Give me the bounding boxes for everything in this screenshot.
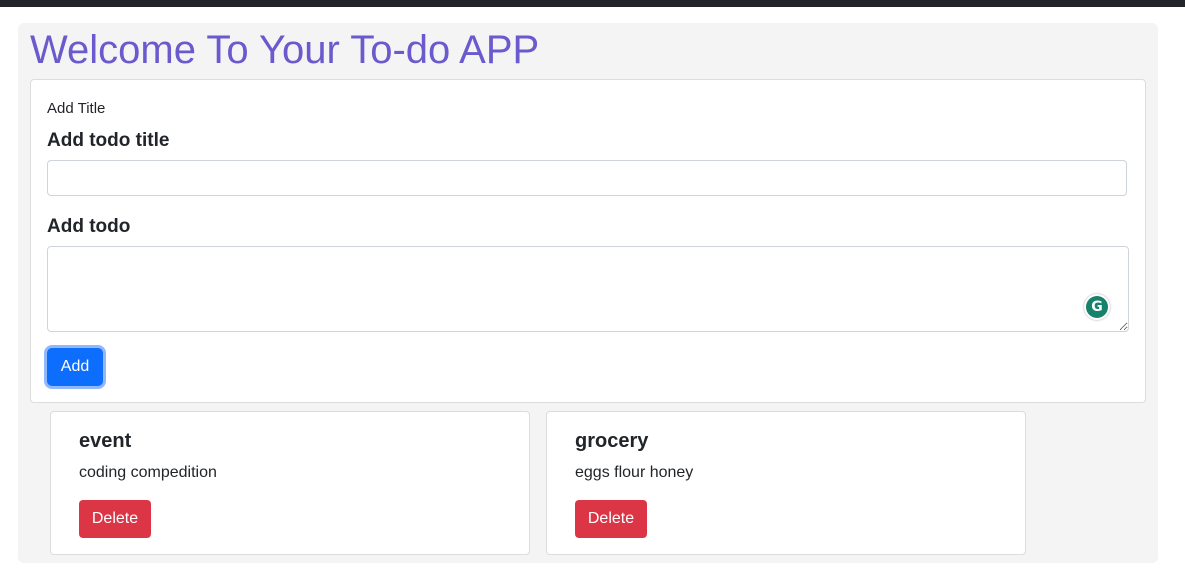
todo-description-textarea[interactable]: [47, 246, 1129, 332]
todo-card-description: coding compedition: [79, 464, 217, 481]
todo-card-description: eggs flour honey: [575, 464, 694, 481]
browser-top-bar: [0, 0, 1185, 7]
delete-button[interactable]: Delete: [79, 500, 151, 538]
delete-button[interactable]: Delete: [575, 500, 647, 538]
form-heading: Add Title: [47, 100, 106, 117]
page-title: Welcome To Your To-do APP: [30, 28, 540, 72]
todo-card-title: grocery: [575, 430, 649, 452]
grammarly-icon[interactable]: G: [1084, 294, 1110, 320]
todo-description-label: Add todo: [47, 216, 131, 237]
todo-card: event coding compedition Delete: [50, 411, 530, 555]
add-todo-form: Add Title Add todo title Add todo G Add: [30, 79, 1146, 403]
todo-card: grocery eggs flour honey Delete: [546, 411, 1026, 555]
app-container: Welcome To Your To-do APP Add Title Add …: [18, 23, 1158, 563]
todo-card-title: event: [79, 430, 132, 452]
grammarly-glyph: G: [1086, 296, 1108, 318]
add-button[interactable]: Add: [47, 348, 103, 386]
todo-title-input[interactable]: [47, 160, 1127, 196]
todo-title-label: Add todo title: [47, 130, 170, 151]
